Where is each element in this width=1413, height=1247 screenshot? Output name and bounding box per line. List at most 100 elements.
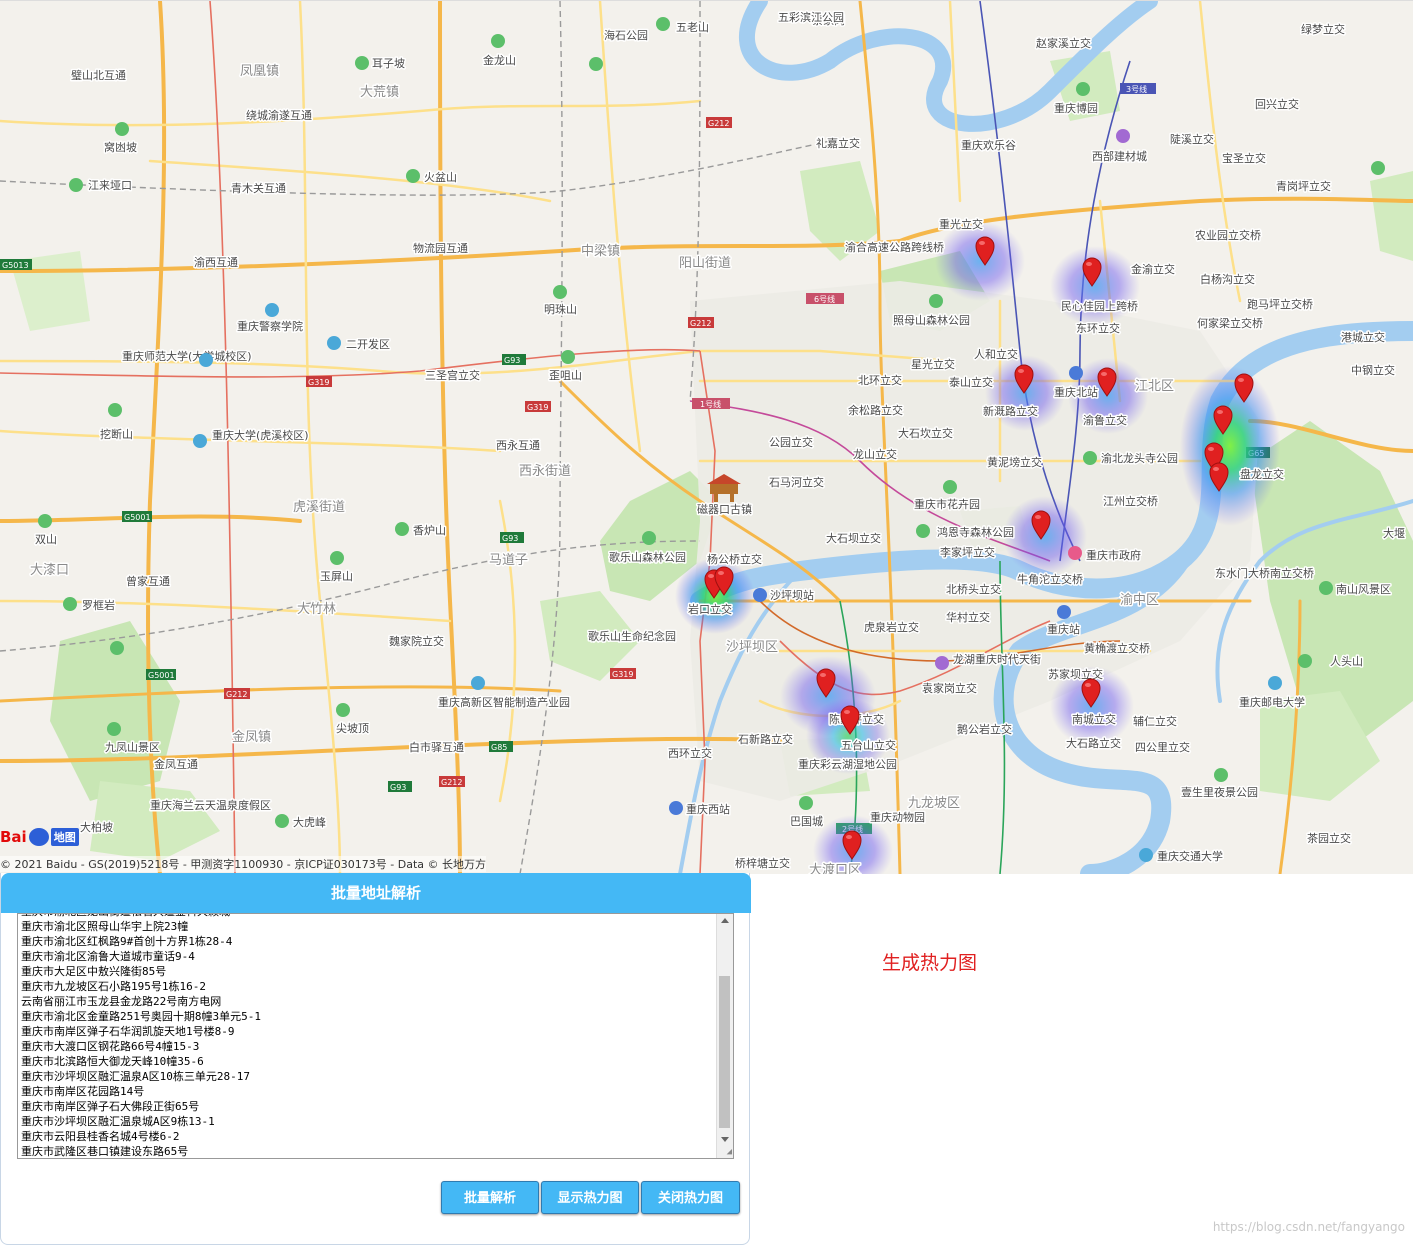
map-copyright: © 2021 Baidu - GS(2019)5218号 - 甲测资字11009… [0, 856, 487, 872]
address-line[interactable]: 重庆市南岸区弹子石华润凯旋天地1号楼8-9 [21, 1024, 711, 1039]
paw-icon [28, 828, 49, 846]
map-label: 白杨沟立交 [1200, 272, 1255, 286]
scroll-down-icon[interactable] [721, 1137, 729, 1142]
map-label: 辅仁立交 [1133, 714, 1177, 728]
map-label: 江州立交桥 [1103, 494, 1158, 508]
address-line[interactable]: 重庆市九龙坡区石小路195号1栋16-2 [21, 979, 711, 994]
address-line[interactable]: 重庆市渝北区渝鲁大道城市童话9-4 [21, 949, 711, 964]
map-label: 重庆站 [1047, 622, 1080, 636]
map-label: 西永街道 [519, 464, 571, 479]
scroll-thumb[interactable] [719, 976, 730, 1128]
address-line[interactable]: 重庆市渝北区金童路251号奥园十期8幢3单元5-1 [21, 1009, 711, 1024]
map-label: 二开发区 [346, 337, 390, 351]
address-line[interactable]: 重庆市沙坪坝区融汇温泉A区10栋三单元28-17 [21, 1069, 711, 1084]
map-label: 南山风景区 [1336, 583, 1391, 596]
map-label: 歪咀山 [549, 369, 582, 382]
map-label: 龙湖重庆时代天街 [953, 652, 1041, 666]
address-line[interactable]: 重庆市武隆区巷口镇建设东路65号 [21, 1144, 711, 1158]
scroll-up-icon[interactable] [721, 918, 729, 923]
address-line[interactable]: 重庆市沙坪坝区融汇温泉城A区9栋13-1 [21, 1114, 711, 1129]
map-label: 鹅公岩立交 [957, 722, 1012, 736]
map-label: 海石公园 [604, 28, 648, 42]
map-label: 礼嘉立交 [816, 136, 860, 150]
map-label: 南城立交 [1072, 712, 1116, 726]
map-label: 金凤互通 [154, 757, 198, 771]
map-label: 香炉山 [413, 524, 446, 537]
map-label: 袁家岗立交 [922, 681, 977, 695]
svg-text:G319: G319 [527, 403, 548, 412]
svg-text:G93: G93 [390, 783, 406, 792]
address-line[interactable]: 重庆市大足区中敖兴隆街85号 [21, 964, 711, 979]
address-textarea[interactable]: 重庆市渝北区龙山街道松石大道金科天籁城重庆市渝北区照母山华宇上院23幢重庆市渝北… [17, 913, 734, 1159]
map-label: 重庆动物园 [870, 810, 925, 824]
map-label: 杨公桥立交 [707, 552, 762, 566]
map-canvas[interactable]: G5013 G5001 G5001 G93 G93 G85 G93 G65 G3… [0, 1, 1413, 874]
map-label: 重庆北站 [1054, 385, 1098, 399]
map-label: 牛角沱立交桥 [1017, 572, 1083, 586]
map-label: 余松路立交 [848, 403, 903, 417]
batch-parse-button[interactable]: 批量解析 [441, 1181, 539, 1214]
map-label: 阳山街道 [679, 256, 731, 271]
map-label: 虎泉岩立交 [864, 620, 919, 634]
map-label: 黄泥塝立交 [987, 455, 1042, 469]
svg-text:6号线: 6号线 [814, 294, 835, 304]
baidu-logo: Bai 地图 [0, 826, 79, 848]
map-label: 渝鲁立交 [1083, 413, 1127, 427]
svg-text:G319: G319 [612, 670, 633, 679]
address-line[interactable]: 重庆市渝北区照母山华宇上院23幢 [21, 919, 711, 934]
map-label: 罗框岩 [82, 598, 115, 612]
map-label: 青木关互通 [231, 181, 286, 195]
map-label: 重庆海兰云天温泉度假区 [150, 798, 271, 812]
svg-text:G212: G212 [226, 690, 247, 699]
map-label: 苏家坝立交 [1048, 667, 1103, 681]
map-label: 渝北龙头寺公园 [1101, 451, 1178, 465]
map-label: 挖断山 [100, 427, 133, 441]
address-line[interactable]: 重庆市渝北区红枫路9#首创十方界1栋28-4 [21, 934, 711, 949]
map-label: 港城立交 [1341, 330, 1385, 344]
address-line[interactable]: 重庆市南岸区弹子石大佛段正街65号 [21, 1099, 711, 1114]
map-label: 五台山立交 [841, 738, 896, 752]
svg-text:1号线: 1号线 [700, 399, 721, 409]
close-heatmap-button[interactable]: 关闭热力图 [641, 1181, 740, 1214]
address-lines[interactable]: 重庆市渝北区龙山街道松石大道金科天籁城重庆市渝北区照母山华宇上院23幢重庆市渝北… [21, 914, 711, 1158]
address-line[interactable]: 重庆市云阳县桂香名城4号楼6-2 [21, 1129, 711, 1144]
map-label: 四公里立交 [1135, 740, 1190, 754]
resize-grip-icon[interactable]: ◢ [727, 1147, 732, 1157]
map-label: 魏家院立交 [389, 634, 444, 648]
address-line[interactable]: 重庆市南岸区花园路14号 [21, 1084, 711, 1099]
map-label: 新溉路立交 [983, 404, 1038, 418]
map-label: 金渝立交 [1131, 262, 1175, 276]
generate-heatmap-link[interactable]: 生成热力图 [882, 948, 977, 975]
map-label: 东水门大桥南立交桥 [1215, 566, 1314, 580]
map-label: 重庆高新区智能制造产业园 [438, 695, 570, 709]
map-label: 宝圣立交 [1222, 151, 1266, 165]
map-label: 李家坪立交 [940, 545, 995, 559]
address-line[interactable]: 重庆市北滨路恒大御龙天峰10幢35-6 [21, 1054, 711, 1069]
svg-text:G93: G93 [504, 356, 520, 365]
map-label: 桥梓塘立交 [735, 856, 790, 870]
map-label: 渝合高速公路跨线桥 [845, 240, 944, 254]
map-label: 三圣宫立交 [425, 368, 480, 382]
map-label: 重庆彩云湖湿地公园 [798, 757, 897, 771]
map-label: 重庆警察学院 [237, 319, 303, 333]
map-label: 大石坎立交 [898, 426, 953, 440]
map-label: 石新路立交 [738, 732, 793, 746]
textarea-scrollbar[interactable] [716, 914, 733, 1158]
map[interactable]: G5013 G5001 G5001 G93 G93 G85 G93 G65 G3… [0, 0, 1413, 874]
map-label: 回兴立交 [1255, 97, 1299, 111]
map-label: 青岗坪立交 [1276, 179, 1331, 193]
map-label: 公园立交 [769, 435, 813, 449]
address-line[interactable]: 重庆市大渡口区钢花路66号4幢15-3 [21, 1039, 711, 1054]
map-label: 农业园立交桥 [1195, 228, 1261, 242]
map-label: 重庆大学(虎溪校区) [212, 428, 309, 442]
map-label: 赵家溪立交 [1036, 36, 1091, 50]
map-label: 璧山北互通 [71, 68, 126, 82]
address-line[interactable]: 云南省丽江市玉龙县金龙路22号南方电网 [21, 994, 711, 1009]
map-label: 大堰 [1383, 526, 1405, 540]
show-heatmap-button[interactable]: 显示热力图 [541, 1181, 639, 1214]
map-label: 曾家互通 [126, 574, 170, 588]
map-label: 尖坡顶 [336, 722, 369, 735]
svg-text:G212: G212 [708, 119, 729, 128]
map-label: 绕城渝遂互通 [246, 108, 312, 122]
map-label: 星光立交 [911, 357, 955, 371]
